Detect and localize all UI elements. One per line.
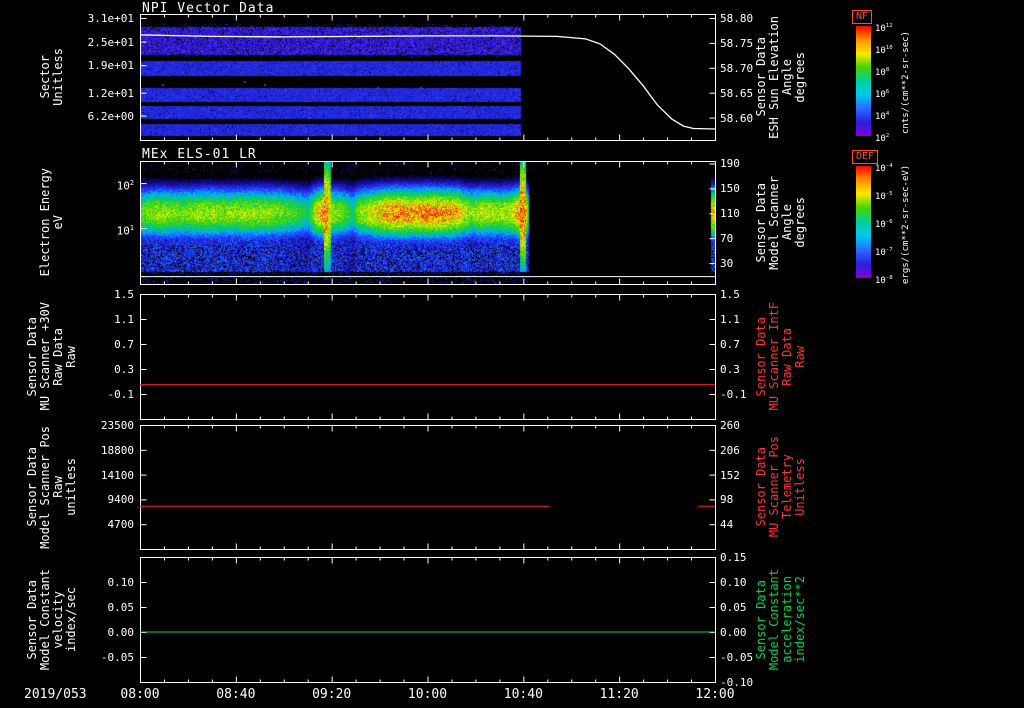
panel-frame-model-scanner-pos xyxy=(140,425,716,550)
axis-label-line: eV xyxy=(51,215,65,230)
axis-label-line: Unitless xyxy=(793,458,807,516)
axis-label-line: index/sec xyxy=(64,586,78,653)
x-tick-label: 10:00 xyxy=(407,687,448,702)
axis-label-line: Raw xyxy=(64,345,78,368)
x-tick-label: 09:20 xyxy=(312,687,352,702)
panel-frame-els xyxy=(140,161,716,285)
axis-label-line: index/sec**2 xyxy=(793,576,807,663)
axis-label-line: unitless xyxy=(64,458,78,516)
panel-right-axis-label: Sensor Data ESH Sun Elevation Angle degrees xyxy=(748,14,814,140)
panel-right-axis-label: Sensor Data Model Constant acceleration ind… xyxy=(748,557,814,682)
colorbar-unit-label: cnts/(cm**2-sr-sec) xyxy=(901,31,911,135)
panel-left-axis-label: Electron Energy eV xyxy=(16,161,88,284)
panel-frame-model-constant xyxy=(140,557,716,683)
x-tick-label: 08:00 xyxy=(120,687,160,702)
panel-right-axis-label: Sensor Data MU Scanner IntF Raw Data Raw xyxy=(748,294,814,419)
colorbar-unit-label: ergs/(cm**2-sr-sec-eV) xyxy=(901,164,911,284)
x-axis-date-label: 2019/053 xyxy=(24,687,87,702)
axis-label-line: degrees xyxy=(793,51,807,103)
panel-left-axis-label: Sensor Data MU Scanner +30V Raw Data Raw xyxy=(16,294,88,419)
colorbar-nf xyxy=(856,26,871,136)
panel-frame-mu-scanner-30v xyxy=(140,294,716,420)
colorbar-def xyxy=(856,166,871,278)
figure: NPI Vector Data MEx ELS-01 LR 2019/053 3… xyxy=(0,0,1024,708)
axis-label-line: degrees xyxy=(793,197,807,248)
panel-left-axis-label: Sector Unitless xyxy=(16,14,88,140)
series-npi xyxy=(140,34,716,130)
x-tick-label: 10:40 xyxy=(503,687,543,702)
panel-left-axis-label: Sensor Data Model Scanner Pos Raw unitless xyxy=(16,425,88,549)
panel2-title: MEx ELS-01 LR xyxy=(142,147,257,162)
axis-label-line: Raw xyxy=(793,345,807,368)
panel-left-axis-label: Sensor Data Model Constant velocity index/s… xyxy=(16,557,88,682)
colorbar-tag-nf: NF xyxy=(852,10,873,24)
panel-right-axis-label: Sensor Data MU Scanner Pos Telemetry Unitle… xyxy=(748,425,814,549)
axis-label-line: Unitless xyxy=(51,48,65,106)
panel-frame-npi xyxy=(140,14,716,141)
panel-right-axis-label: Sensor Data Model Scanner Angle degrees xyxy=(748,161,814,284)
x-tick-label: 11:20 xyxy=(599,687,639,702)
x-tick-label: 08:40 xyxy=(216,687,256,702)
x-tick-label: 12:00 xyxy=(695,687,735,702)
